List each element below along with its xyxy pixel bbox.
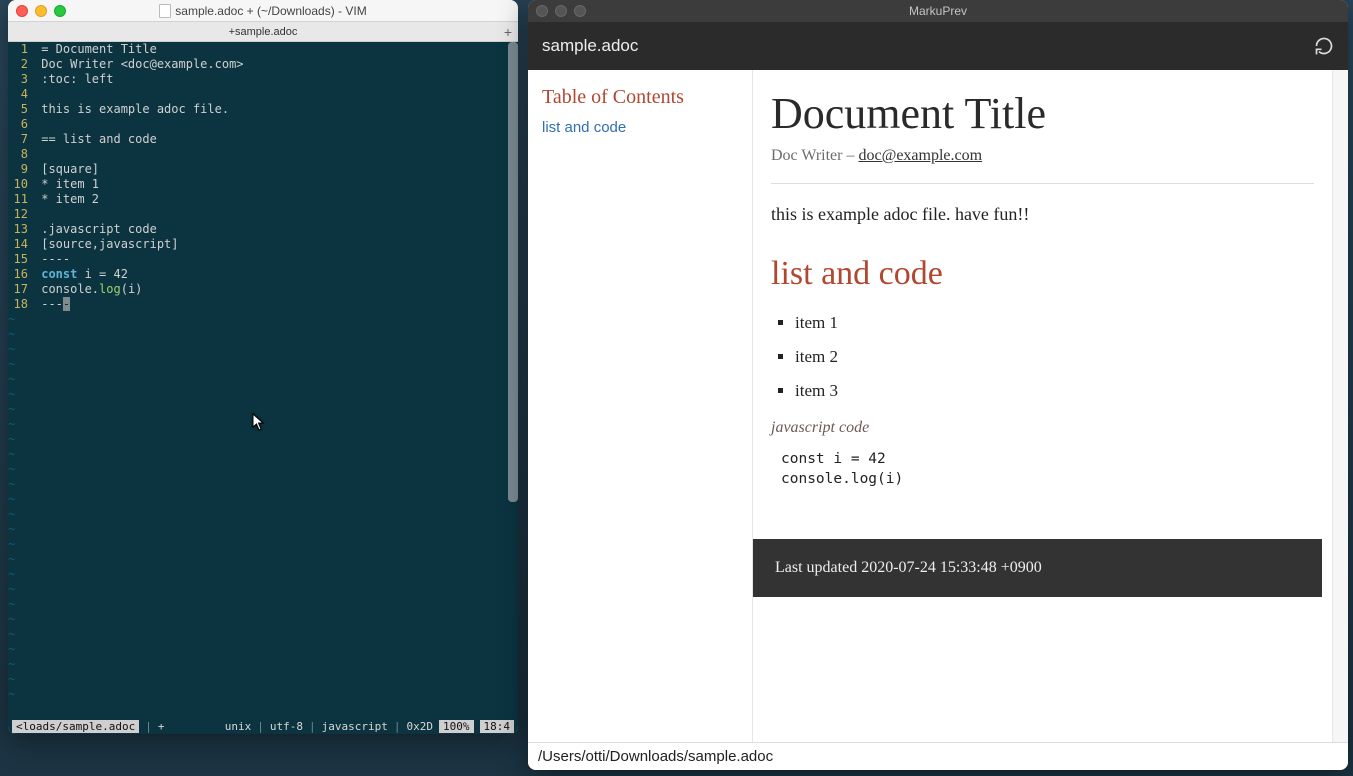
status-hex: 0x2D bbox=[407, 720, 434, 733]
preview-window: MarkuPrev sample.adoc Table of Contents … bbox=[528, 0, 1348, 770]
preview-path: /Users/otti/Downloads/sample.adoc bbox=[538, 748, 773, 765]
list-item: item 2 bbox=[795, 347, 1314, 367]
add-tab-icon[interactable]: + bbox=[504, 24, 512, 40]
doc-intro: this is example adoc file. have fun!! bbox=[771, 204, 1314, 225]
scrollbar-track[interactable] bbox=[1332, 70, 1348, 742]
code-caption: javascript code bbox=[771, 419, 1314, 437]
preview-titlebar: MarkuPrev bbox=[528, 0, 1348, 22]
vim-window: sample.adoc + (~/Downloads) - VIM +sampl… bbox=[8, 0, 518, 734]
status-cursor: 18:4 bbox=[480, 720, 515, 733]
vim-titlebar: sample.adoc + (~/Downloads) - VIM bbox=[8, 0, 518, 22]
list-item: item 3 bbox=[795, 381, 1314, 401]
toc-heading: Table of Contents bbox=[542, 86, 738, 109]
reload-icon[interactable] bbox=[1314, 36, 1334, 56]
list-item: item 1 bbox=[795, 313, 1314, 333]
close-icon[interactable] bbox=[16, 5, 28, 17]
vim-window-title: sample.adoc + (~/Downloads) - VIM bbox=[175, 4, 366, 18]
vim-tab-label[interactable]: +sample.adoc bbox=[229, 26, 298, 38]
status-filetype: javascript bbox=[322, 720, 388, 733]
doc-footer: Last updated 2020-07-24 15:33:48 +0900 bbox=[753, 539, 1322, 597]
section-heading: list and code bbox=[771, 255, 1314, 293]
doc-title: Document Title bbox=[771, 88, 1314, 139]
code-block: const i = 42 console.log(i) bbox=[781, 449, 1314, 489]
toc-link[interactable]: list and code bbox=[542, 119, 626, 136]
status-format: unix bbox=[225, 720, 252, 733]
preview-app-title: MarkuPrev bbox=[528, 4, 1348, 18]
file-icon bbox=[159, 4, 171, 18]
author-email-link[interactable]: doc@example.com bbox=[858, 147, 982, 164]
preview-header: sample.adoc bbox=[528, 22, 1348, 70]
preview-pathbar: /Users/otti/Downloads/sample.adoc bbox=[528, 742, 1348, 770]
divider bbox=[771, 183, 1314, 184]
doc-author: Doc Writer – doc@example.com bbox=[771, 147, 1314, 165]
minimize-icon[interactable] bbox=[555, 5, 567, 17]
bullet-list: item 1 item 2 item 3 bbox=[771, 313, 1314, 401]
preview-document: Document Title Doc Writer – doc@example.… bbox=[753, 70, 1332, 742]
status-percent: 100% bbox=[439, 720, 474, 733]
vim-statusline: <loads/sample.adoc | + unix | utf-8 | ja… bbox=[8, 718, 518, 734]
zoom-icon[interactable] bbox=[574, 5, 586, 17]
zoom-icon[interactable] bbox=[54, 5, 66, 17]
status-file: <loads/sample.adoc bbox=[12, 720, 139, 733]
vertical-scrollbar[interactable] bbox=[508, 42, 518, 502]
vim-editor[interactable]: 1 = Document Title 2 Doc Writer <doc@exa… bbox=[8, 42, 518, 718]
vim-tab-bar: +sample.adoc + bbox=[8, 22, 518, 42]
table-of-contents: Table of Contents list and code bbox=[528, 70, 753, 742]
status-encoding: utf-8 bbox=[270, 720, 303, 733]
status-modified: + bbox=[158, 720, 165, 733]
close-icon[interactable] bbox=[536, 5, 548, 17]
minimize-icon[interactable] bbox=[35, 5, 47, 17]
preview-filename: sample.adoc bbox=[542, 36, 638, 56]
